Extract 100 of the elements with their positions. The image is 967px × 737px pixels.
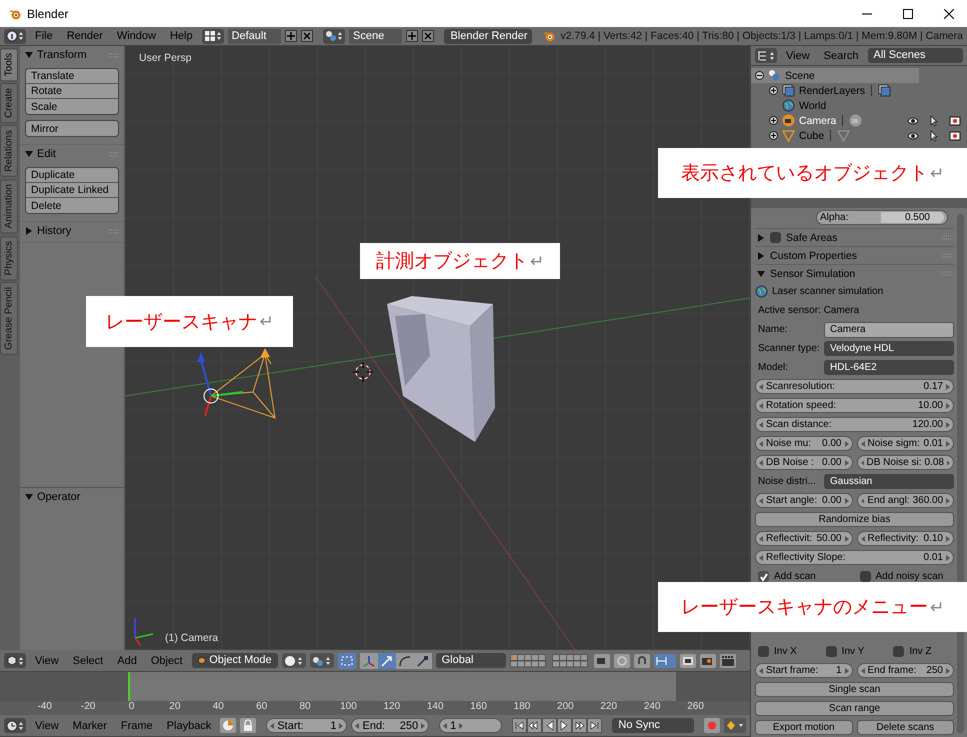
rotate-arc-icon[interactable] bbox=[396, 652, 414, 668]
menu-item[interactable]: View bbox=[30, 654, 64, 666]
panel-header[interactable]: Sensor Simulation bbox=[755, 264, 954, 282]
decrement-arrow-icon[interactable] bbox=[759, 554, 763, 560]
render-preview-icon[interactable] bbox=[680, 654, 696, 668]
decrement-arrow-icon[interactable] bbox=[759, 402, 763, 408]
clapperboard-icon[interactable] bbox=[720, 654, 736, 668]
checkbox[interactable] bbox=[758, 646, 769, 657]
menu-item[interactable]: Add bbox=[112, 654, 142, 666]
alpha-field[interactable]: Alpha: 0.500 bbox=[816, 210, 948, 225]
number-field[interactable]: Rotation speed: 10.00 bbox=[755, 398, 954, 413]
pivot-dropdown[interactable] bbox=[310, 653, 334, 668]
panel-title[interactable]: Operator bbox=[37, 491, 119, 503]
tool-button[interactable]: Translate bbox=[26, 69, 118, 84]
collapse-toggle-icon[interactable] bbox=[755, 71, 764, 80]
close-icon[interactable] bbox=[301, 30, 314, 42]
editor-type-button[interactable] bbox=[4, 653, 26, 668]
tool-tab[interactable]: Animation bbox=[0, 179, 18, 234]
tool-button[interactable]: Rotate bbox=[26, 84, 118, 99]
menu-item[interactable]: View bbox=[781, 50, 815, 62]
outliner-row[interactable]: Scene bbox=[751, 68, 919, 83]
outliner-row[interactable]: Cube bbox=[751, 128, 967, 143]
tool-tab[interactable]: Create bbox=[0, 83, 18, 124]
checkbox[interactable] bbox=[758, 571, 769, 582]
decrement-arrow-icon[interactable] bbox=[759, 440, 763, 446]
number-field[interactable]: Start angle: 0.00 bbox=[755, 493, 852, 508]
menu-item[interactable]: Frame bbox=[116, 720, 158, 732]
panel-header[interactable]: Safe Areas bbox=[755, 228, 954, 246]
disclosure-triangle-icon[interactable] bbox=[757, 234, 765, 242]
eye-icon[interactable] bbox=[907, 116, 919, 126]
checkbox[interactable] bbox=[860, 571, 870, 582]
tool-tab[interactable]: Relations bbox=[0, 125, 18, 178]
number-field[interactable]: Reflectivity: 0.10 bbox=[856, 531, 954, 546]
panel-title[interactable]: Edit bbox=[37, 148, 105, 160]
decrement-arrow-icon[interactable] bbox=[443, 722, 448, 728]
decrement-arrow-icon[interactable] bbox=[355, 722, 360, 728]
action-button[interactable]: Scan range bbox=[755, 701, 954, 716]
render-camera-icon[interactable] bbox=[949, 130, 961, 142]
checkbox-label[interactable]: Add scan bbox=[774, 571, 816, 582]
scrollbar[interactable] bbox=[957, 214, 964, 733]
render-layer-icon[interactable] bbox=[878, 84, 891, 97]
manipulator-toggle-icon[interactable] bbox=[338, 652, 356, 668]
end-frame-field[interactable]: End: 250 bbox=[351, 718, 430, 733]
menu-item[interactable]: Search bbox=[818, 50, 864, 62]
number-field[interactable]: Noise mu: 0.00 bbox=[755, 436, 852, 451]
increment-arrow-icon[interactable] bbox=[339, 722, 344, 728]
eye-icon[interactable] bbox=[907, 130, 919, 140]
grip-icon[interactable] bbox=[942, 253, 952, 258]
render-engine-dropdown[interactable]: Blender Render bbox=[444, 28, 532, 44]
disclosure-triangle-icon[interactable] bbox=[757, 252, 765, 260]
layer-grid-icon[interactable] bbox=[552, 654, 590, 668]
proportional-edit-icon[interactable] bbox=[614, 654, 630, 668]
tool-button[interactable]: Delete bbox=[26, 198, 118, 213]
tool-button[interactable]: Duplicate Linked bbox=[26, 183, 118, 198]
cursor-arrow-icon[interactable] bbox=[929, 114, 939, 126]
sync-dropdown[interactable]: No Sync bbox=[612, 718, 694, 733]
grip-icon[interactable] bbox=[109, 228, 119, 234]
decrement-arrow-icon[interactable] bbox=[860, 668, 864, 674]
number-field[interactable]: Noise sigm: 0.01 bbox=[856, 436, 954, 451]
increment-arrow-icon[interactable] bbox=[946, 422, 950, 428]
increment-arrow-icon[interactable] bbox=[844, 498, 848, 504]
menu-item[interactable]: Playback bbox=[162, 720, 216, 732]
tool-button[interactable]: Scale bbox=[26, 99, 118, 114]
checkbox-label[interactable]: Inv Z bbox=[909, 646, 932, 657]
increment-arrow-icon[interactable] bbox=[844, 668, 848, 674]
increment-arrow-icon[interactable] bbox=[946, 402, 950, 408]
tree-item-label[interactable]: Scene bbox=[785, 70, 815, 82]
increment-arrow-icon[interactable] bbox=[946, 554, 950, 560]
tool-button[interactable]: Mirror bbox=[26, 121, 118, 136]
axes-icon[interactable] bbox=[360, 652, 378, 668]
number-field[interactable]: DB Noise : 0.00 bbox=[755, 455, 852, 470]
maximize-icon[interactable] bbox=[903, 8, 913, 18]
checkbox-label[interactable]: Inv X bbox=[774, 646, 797, 657]
disclosure-triangle-icon[interactable] bbox=[25, 227, 33, 235]
display-mode-dropdown[interactable]: All Scenes bbox=[868, 48, 963, 63]
decrement-arrow-icon[interactable] bbox=[759, 668, 763, 674]
tree-item-label[interactable]: World bbox=[799, 100, 826, 112]
number-field[interactable]: Reflectivity Slope: 0.01 bbox=[755, 550, 954, 565]
action-button[interactable]: Randomize bias bbox=[755, 512, 954, 527]
increment-arrow-icon[interactable] bbox=[844, 460, 848, 466]
tool-tab[interactable]: Grease Pencil bbox=[0, 282, 18, 355]
number-field[interactable]: DB Noise si: 0.08 bbox=[856, 455, 954, 470]
screen-layout-button[interactable] bbox=[202, 28, 224, 44]
disclosure-triangle-icon[interactable] bbox=[757, 270, 765, 278]
tree-item-label[interactable]: Camera bbox=[799, 114, 836, 126]
increment-arrow-icon[interactable] bbox=[844, 440, 848, 446]
expand-toggle-icon[interactable] bbox=[769, 116, 778, 125]
scene-field[interactable]: Scene bbox=[349, 28, 402, 44]
disclosure-triangle-icon[interactable] bbox=[25, 150, 33, 158]
editor-type-button[interactable] bbox=[755, 48, 777, 63]
checkbox[interactable] bbox=[893, 646, 904, 657]
magnet-icon[interactable] bbox=[634, 654, 650, 668]
grip-icon[interactable] bbox=[942, 271, 952, 276]
grip-icon[interactable] bbox=[942, 235, 952, 240]
menu-item[interactable]: Render bbox=[62, 30, 108, 42]
number-field[interactable]: Start frame: 1 bbox=[755, 663, 852, 678]
decrement-arrow-icon[interactable] bbox=[270, 722, 274, 728]
start-frame-field[interactable]: Start: 1 bbox=[266, 718, 348, 733]
increment-arrow-icon[interactable] bbox=[421, 722, 426, 728]
decrement-arrow-icon[interactable] bbox=[759, 460, 763, 466]
